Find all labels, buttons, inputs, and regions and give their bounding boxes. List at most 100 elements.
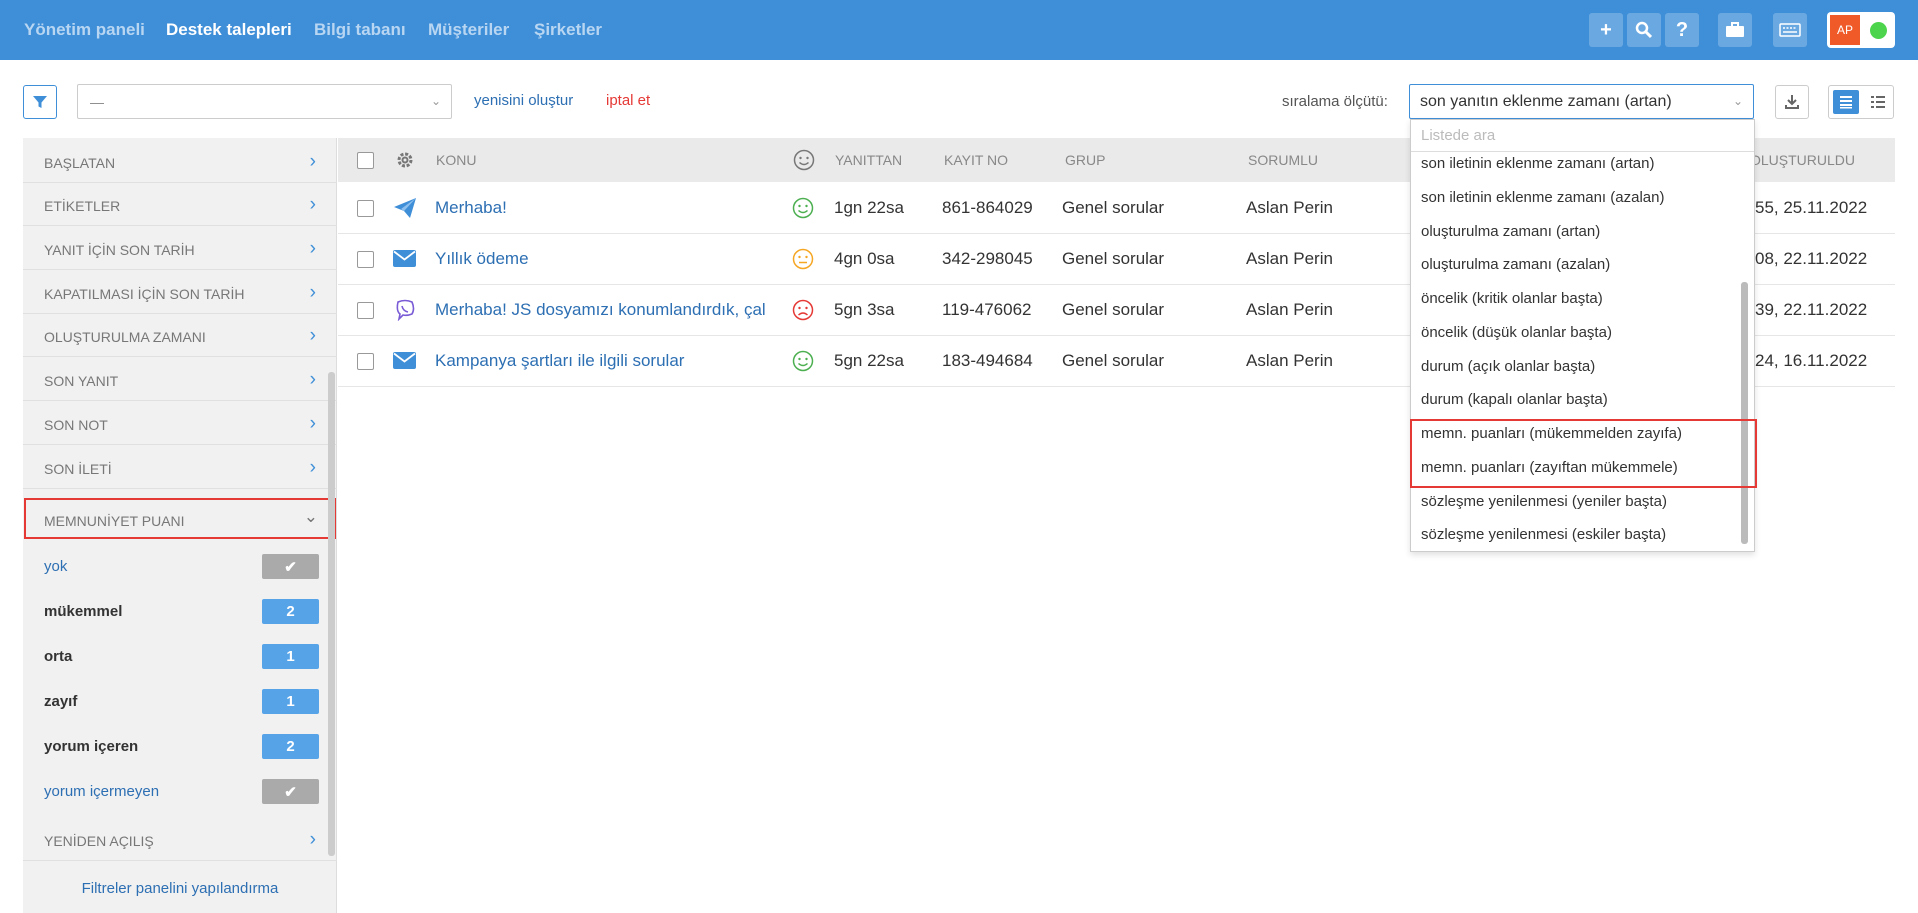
chevron-right-icon: › xyxy=(309,151,316,172)
nav-companies[interactable]: Şirketler xyxy=(534,20,602,40)
row-checkbox[interactable] xyxy=(357,251,374,268)
filter-tags[interactable]: ETİKETLER › xyxy=(23,183,337,226)
nav-knowledge-base[interactable]: Bilgi tabanı xyxy=(314,20,406,40)
sort-option[interactable]: oluşturulma zamanı (artan) xyxy=(1421,223,1600,240)
chevron-down-icon: ⌄ xyxy=(430,94,441,108)
sort-select[interactable]: son yanıtın eklenme zamanı (artan) ⌄ xyxy=(1409,84,1754,119)
download-icon[interactable] xyxy=(1775,85,1809,119)
ticket-subject[interactable]: Merhaba! JS dosyamızı konumlandırdık, ça… xyxy=(435,300,766,320)
group-name: Genel sorular xyxy=(1062,300,1165,319)
filter-icon[interactable] xyxy=(23,85,57,119)
filter-last-message[interactable]: SON İLETİ › xyxy=(23,446,337,489)
top-navbar: Yönetim paneli Destek talepleri Bilgi ta… xyxy=(0,0,1918,60)
satisfaction-option-poor[interactable]: zayıf xyxy=(44,693,77,710)
dropdown-scrollbar[interactable] xyxy=(1741,282,1748,544)
satisfaction-option-without-comment[interactable]: yorum içermeyen xyxy=(44,783,159,800)
group-name: Genel sorular xyxy=(1062,249,1165,268)
sort-option[interactable]: son iletinin eklenme zamanı (azalan) xyxy=(1421,189,1664,206)
highlight-box xyxy=(1410,419,1757,488)
record-number: 342-298045 xyxy=(942,249,1033,268)
happy-face-icon xyxy=(792,350,814,377)
response-time: 5gn 3sa xyxy=(834,300,895,319)
owner-name: Aslan Perin xyxy=(1246,249,1333,268)
sort-value: son yanıtın eklenme zamanı (artan) xyxy=(1420,93,1672,110)
sort-option[interactable]: durum (açık olanlar başta) xyxy=(1421,358,1595,375)
viber-icon xyxy=(394,299,416,326)
sad-face-icon xyxy=(792,299,814,326)
count-badge[interactable]: 1 xyxy=(262,644,319,669)
compact-view-icon[interactable] xyxy=(1865,90,1891,114)
filter-label: YANIT İÇİN SON TARİH xyxy=(44,242,195,258)
column-subject[interactable]: KONU xyxy=(436,152,476,168)
nav-customers[interactable]: Müşteriler xyxy=(428,20,509,40)
filter-reopen[interactable]: YENİDEN AÇILIŞ › xyxy=(23,818,337,861)
select-all-checkbox[interactable] xyxy=(357,152,374,169)
configure-filters-link[interactable]: Filtreler panelini yapılandırma xyxy=(23,880,337,897)
chevron-right-icon: › xyxy=(309,194,316,215)
column-response-time[interactable]: YANITTAN xyxy=(835,152,902,168)
chevron-right-icon: › xyxy=(309,369,316,390)
search-icon[interactable] xyxy=(1627,13,1661,47)
filter-label: SON YANIT xyxy=(44,373,119,389)
user-status-widget[interactable]: AP xyxy=(1827,12,1895,48)
sort-option[interactable]: sözleşme yenilenmesi (yeniler başta) xyxy=(1421,493,1667,510)
keyboard-icon[interactable] xyxy=(1773,13,1807,47)
record-number: 861-864029 xyxy=(942,198,1033,217)
briefcase-icon[interactable] xyxy=(1718,13,1752,47)
filter-created-at[interactable]: OLUŞTURULMA ZAMANI › xyxy=(23,314,337,357)
column-owner[interactable]: SORUMLU xyxy=(1248,152,1318,168)
smiley-icon[interactable] xyxy=(793,149,815,176)
happy-face-icon xyxy=(792,197,814,224)
created-at: 55, 25.11.2022 xyxy=(1755,198,1868,217)
checkmark-icon[interactable]: ✔ xyxy=(262,554,319,579)
created-at: 08, 22.11.2022 xyxy=(1755,249,1868,268)
saved-filter-select[interactable]: — ⌄ xyxy=(77,84,452,119)
sort-option[interactable]: durum (kapalı olanlar başta) xyxy=(1421,391,1608,408)
created-at: 39, 22.11.2022 xyxy=(1755,300,1868,319)
column-group[interactable]: GRUP xyxy=(1065,152,1105,168)
column-record-no[interactable]: KAYIT NO xyxy=(944,152,1008,168)
row-checkbox[interactable] xyxy=(357,200,374,217)
filter-last-note[interactable]: SON NOT › xyxy=(23,402,337,445)
settings-gear-icon[interactable] xyxy=(396,151,414,174)
nav-support-tickets[interactable]: Destek talepleri xyxy=(166,20,292,40)
ticket-subject[interactable]: Merhaba! xyxy=(435,198,507,218)
count-badge[interactable]: 2 xyxy=(262,734,319,759)
ticket-subject[interactable]: Yıllık ödeme xyxy=(435,249,529,269)
checkmark-icon[interactable]: ✔ xyxy=(262,779,319,804)
create-new-link[interactable]: yenisini oluştur xyxy=(474,92,573,109)
ticket-subject[interactable]: Kampanya şartları ile ilgili sorular xyxy=(435,351,684,371)
sort-option[interactable]: oluşturulma zamanı (azalan) xyxy=(1421,256,1610,273)
chevron-right-icon: › xyxy=(309,238,316,259)
satisfaction-option-excellent[interactable]: mükemmel xyxy=(44,603,122,620)
chevron-right-icon: › xyxy=(309,829,316,850)
filter-response-deadline[interactable]: YANIT İÇİN SON TARİH › xyxy=(23,227,337,270)
column-created[interactable]: OLUŞTURULDU xyxy=(1750,152,1855,168)
filter-satisfaction-header[interactable]: MEMNUNİYET PUANI ⌄ xyxy=(24,498,336,539)
sort-option[interactable]: son iletinin eklenme zamanı (artan) xyxy=(1421,155,1654,172)
row-checkbox[interactable] xyxy=(357,353,374,370)
satisfaction-option-none[interactable]: yok xyxy=(44,558,67,575)
list-view-icon[interactable] xyxy=(1833,90,1859,114)
nav-dashboard[interactable]: Yönetim paneli xyxy=(24,20,145,40)
sidebar-scrollbar[interactable] xyxy=(328,372,335,856)
row-checkbox[interactable] xyxy=(357,302,374,319)
filter-label: MEMNUNİYET PUANI xyxy=(44,513,185,529)
add-icon[interactable]: + xyxy=(1589,13,1623,47)
filter-close-deadline[interactable]: KAPATILMASI İÇİN SON TARİH › xyxy=(23,271,337,314)
help-icon[interactable]: ? xyxy=(1665,13,1699,47)
dropdown-search-input[interactable]: Listede ara xyxy=(1411,120,1754,152)
filter-last-reply[interactable]: SON YANIT › xyxy=(23,358,337,401)
count-badge[interactable]: 1 xyxy=(262,689,319,714)
filter-label: ETİKETLER xyxy=(44,198,121,214)
satisfaction-option-with-comment[interactable]: yorum içeren xyxy=(44,738,138,755)
filter-initiator[interactable]: BAŞLATAN › xyxy=(23,140,337,183)
cancel-link[interactable]: iptal et xyxy=(606,92,650,109)
sort-option[interactable]: öncelik (kritik olanlar başta) xyxy=(1421,290,1603,307)
sort-option[interactable]: sözleşme yenilenmesi (eskiler başta) xyxy=(1421,526,1666,543)
saved-filter-value: — xyxy=(90,94,104,110)
satisfaction-option-average[interactable]: orta xyxy=(44,648,72,665)
avatar[interactable]: AP xyxy=(1830,15,1860,45)
count-badge[interactable]: 2 xyxy=(262,599,319,624)
sort-option[interactable]: öncelik (düşük olanlar başta) xyxy=(1421,324,1612,341)
